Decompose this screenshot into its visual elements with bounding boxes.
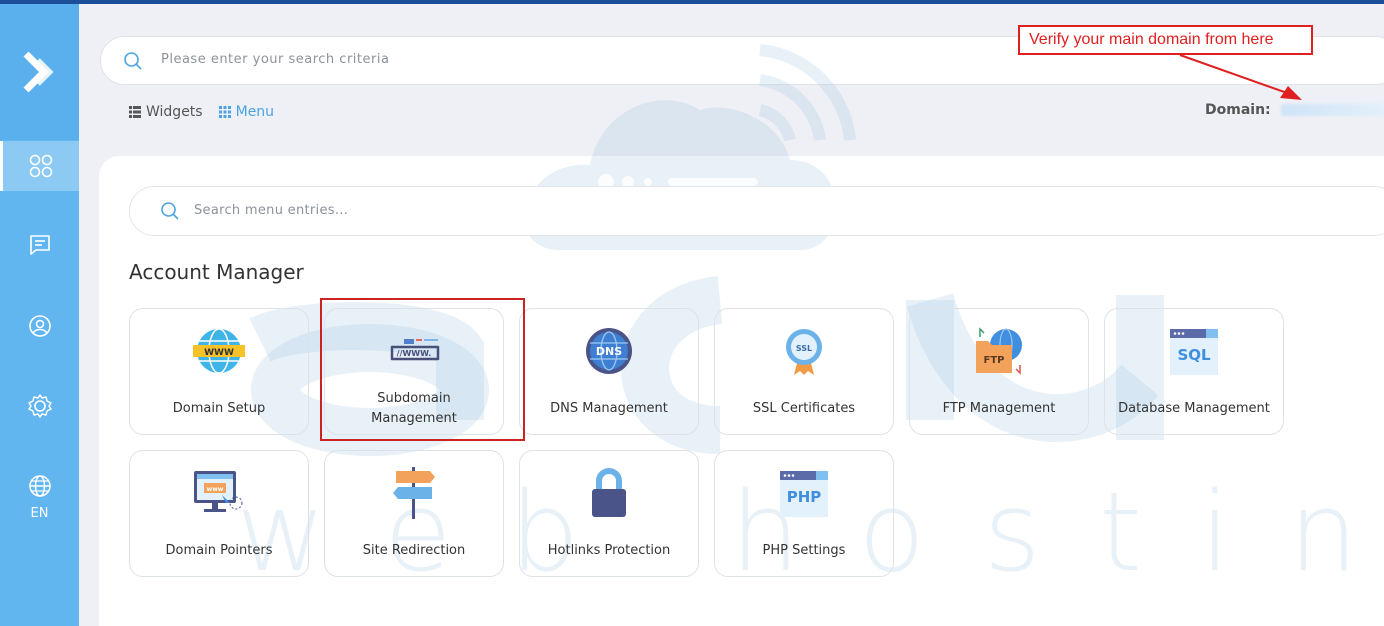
grid-icon [218,106,231,118]
svg-text:SQL: SQL [1177,346,1211,364]
menu-label: Menu [235,104,275,120]
search-icon [161,202,179,220]
php-window-icon: PHP [780,471,828,517]
sidebar-item-apps[interactable] [0,141,79,191]
ftp-folder-icon: FTP [976,327,1022,375]
subdomain-highlight-box [320,298,525,441]
menu-search-input[interactable]: Search menu entries... [194,203,348,218]
gear-icon [27,394,52,418]
widgets-label: Widgets [146,104,203,120]
top-stripe [0,0,1384,4]
www-globe-icon: WWW [193,328,245,374]
tile-label: Database Management [1118,401,1270,416]
globe-icon [28,474,51,497]
chat-icon [29,235,50,255]
search-input[interactable]: Please enter your search criteria [161,52,389,67]
sidebar-item-language[interactable]: EN [0,462,79,532]
svg-text:FTP: FTP [984,355,1005,366]
tile-ftp-management[interactable]: FTP FTP Management [909,308,1089,435]
tile-dns-management[interactable]: DNS DNS Management [519,308,699,435]
apps-grid-icon [29,154,53,178]
sidebar-item-profile[interactable] [0,301,79,351]
view-toggle: Widgets Menu [129,104,290,120]
menu-search-bar[interactable]: Search menu entries... [129,186,1384,236]
svg-text:SSL: SSL [796,344,812,353]
sidebar: EN [0,4,79,626]
tile-domain-pointers[interactable]: www Domain Pointers [129,450,309,577]
domain-pointer-icon: www [194,471,243,512]
tile-domain-setup[interactable]: WWW Domain Setup [129,308,309,435]
tile-database-management[interactable]: SQL Database Management [1104,308,1284,435]
tile-label: DNS Management [550,401,668,416]
tile-label: Site Redirection [362,543,466,558]
svg-text:WWW: WWW [204,348,234,358]
list-icon [129,106,141,118]
tile-site-redirection[interactable]: Site Redirection [324,450,504,577]
sidebar-item-settings[interactable] [0,381,79,431]
annotation-arrow-icon [1179,54,1302,100]
menu-view-button[interactable]: Menu [218,104,275,120]
sql-database-icon: SQL [1170,329,1218,375]
tile-label: Domain Pointers [165,543,273,558]
tile-label: PHP Settings [762,543,846,558]
language-label: EN [30,505,49,521]
ssl-badge-icon: SSL [786,329,822,375]
signpost-icon [393,467,435,519]
sidebar-item-messages[interactable] [0,220,79,270]
svg-text:DNS: DNS [596,345,622,358]
tile-hotlinks-protection[interactable]: Hotlinks Protection [519,450,699,577]
tile-label: SSL Certificates [752,401,856,416]
tile-php-settings[interactable]: PHP PHP Settings [714,450,894,577]
logo-icon [23,52,54,92]
section-title: Account Manager [129,260,304,284]
tile-label: FTP Management [942,401,1056,416]
tile-label: Domain Setup [172,401,266,416]
user-icon [28,315,51,337]
padlock-icon [592,468,626,517]
svg-text:PHP: PHP [787,488,822,506]
tile-ssl-certificates[interactable]: SSL SSL Certificates [714,308,894,435]
tile-label: Hotlinks Protection [547,543,671,558]
widgets-view-button[interactable]: Widgets [129,104,203,120]
svg-text:www: www [207,486,224,493]
search-icon [124,52,142,70]
logo[interactable] [0,4,79,140]
dns-globe-icon: DNS [586,328,632,374]
